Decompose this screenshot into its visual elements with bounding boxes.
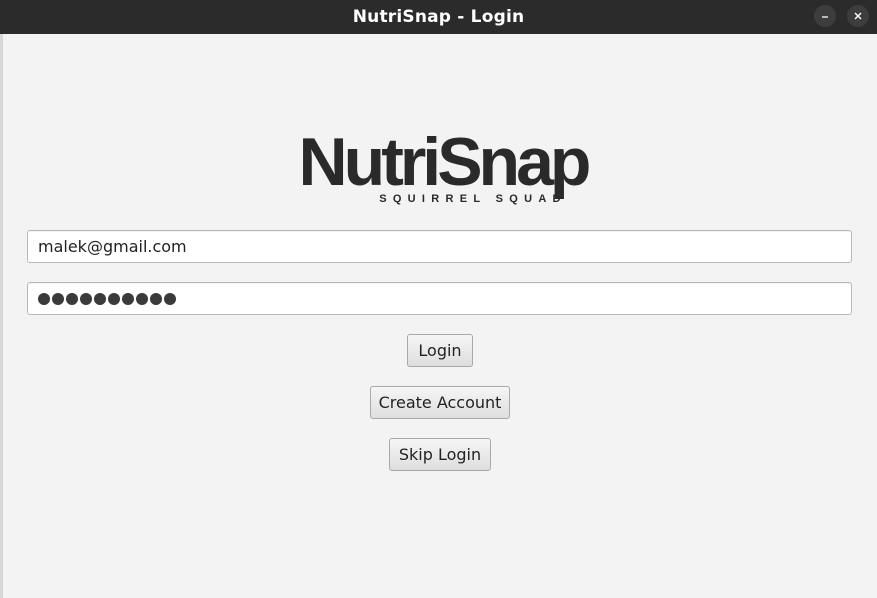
- minimize-button[interactable]: [814, 5, 836, 27]
- window-title: NutriSnap - Login: [352, 7, 525, 27]
- login-content: NutriSnap SQUIRREL SQUAD malek@gmail.com…: [3, 34, 877, 598]
- password-dot: [66, 292, 78, 305]
- password-dot: [136, 292, 148, 305]
- password-mask: [38, 292, 176, 305]
- password-field[interactable]: [27, 282, 852, 315]
- close-button[interactable]: [847, 5, 869, 27]
- skip-login-button[interactable]: Skip Login: [389, 438, 491, 471]
- password-dot: [38, 292, 50, 305]
- login-button[interactable]: Login: [407, 334, 473, 367]
- login-window: NutriSnap - Login NutriSnap SQUIRREL SQU…: [0, 0, 877, 598]
- password-dot: [94, 292, 106, 305]
- email-value: malek@gmail.com: [38, 237, 187, 256]
- create-account-button[interactable]: Create Account: [370, 386, 510, 419]
- email-field[interactable]: malek@gmail.com: [27, 230, 852, 263]
- logo-wordmark: NutriSnap: [298, 124, 592, 200]
- password-dot: [52, 292, 64, 305]
- password-dot: [122, 292, 134, 305]
- password-dot: [164, 292, 176, 305]
- password-dot: [150, 292, 162, 305]
- app-logo: NutriSnap SQUIRREL SQUAD: [293, 128, 593, 208]
- password-dot: [108, 292, 120, 305]
- title-bar[interactable]: NutriSnap - Login: [0, 0, 877, 34]
- password-dot: [80, 292, 92, 305]
- minimize-icon: [822, 16, 828, 18]
- close-icon: [854, 12, 862, 20]
